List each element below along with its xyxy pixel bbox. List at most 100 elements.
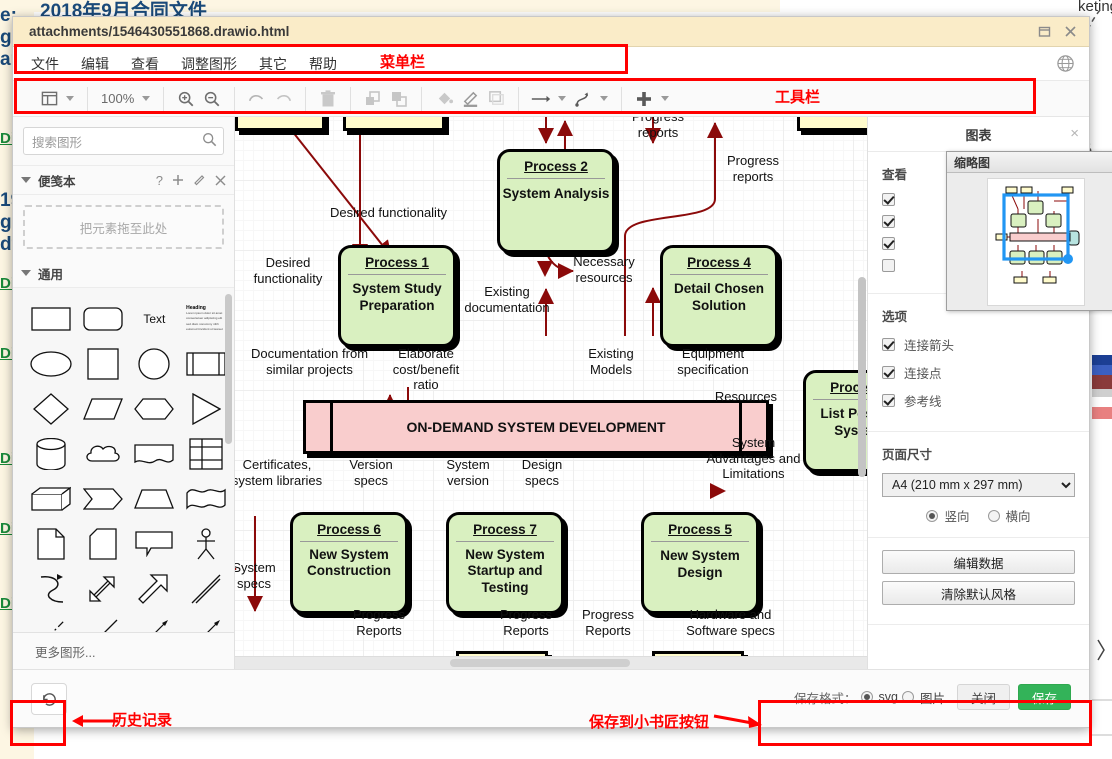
shape-rectangle[interactable] xyxy=(27,296,75,341)
process-node-7[interactable]: Process 7 New System Startup and Testing xyxy=(446,512,564,614)
page-size-select[interactable]: A4 (210 mm x 297 mm) xyxy=(882,473,1075,497)
menu-help[interactable]: 帮助 xyxy=(309,54,337,74)
shape-text[interactable]: Text xyxy=(131,296,179,341)
pencil-icon[interactable] xyxy=(193,174,206,187)
radio-image[interactable] xyxy=(901,691,914,703)
shape-step[interactable] xyxy=(79,476,127,521)
checkbox-view-2[interactable] xyxy=(882,237,895,250)
close-icon[interactable]: × xyxy=(1070,125,1079,142)
entity-box-top-1[interactable] xyxy=(235,117,325,131)
general-section-header[interactable]: 通用 xyxy=(13,259,234,288)
line-color-icon[interactable] xyxy=(457,87,483,111)
help-icon[interactable]: ? xyxy=(156,173,163,188)
shape-trapezoid[interactable] xyxy=(131,476,179,521)
shape-parallelogram[interactable] xyxy=(79,386,127,431)
process-node-5[interactable]: Process 5 New System Design xyxy=(641,512,759,614)
edit-data-button[interactable]: 编辑数据 xyxy=(882,550,1075,574)
shape-arrow[interactable] xyxy=(131,566,179,611)
zoom-dropdown-caret[interactable] xyxy=(142,96,151,101)
shape-arrow-thin[interactable] xyxy=(182,611,230,632)
canvas-horizontal-scrollbar[interactable] xyxy=(450,659,630,667)
shape-tape[interactable] xyxy=(182,476,230,521)
canvas-vertical-scrollbar[interactable] xyxy=(858,277,866,477)
option-row-guides[interactable]: 参考线 xyxy=(882,391,1075,410)
shape-callout[interactable] xyxy=(131,521,179,566)
shape-document[interactable] xyxy=(131,431,179,476)
close-button[interactable]: 关闭 xyxy=(956,684,1010,710)
option-row-connection-points[interactable]: 连接点 xyxy=(882,363,1075,382)
restore-icon[interactable] xyxy=(1031,21,1057,43)
outline-thumbnail[interactable] xyxy=(987,178,1085,306)
radio-landscape[interactable] xyxy=(987,509,1000,522)
outline-popup-titlebar[interactable]: 缩略图 xyxy=(947,152,1112,173)
shape-double-arrow-thin[interactable] xyxy=(131,611,179,632)
zoom-in-icon[interactable] xyxy=(173,87,199,111)
shape-dashed-line[interactable] xyxy=(27,611,75,632)
checkbox-view-3[interactable] xyxy=(882,259,895,272)
more-shapes-button[interactable]: 更多图形... xyxy=(13,632,234,669)
zoom-level-label[interactable]: 100% xyxy=(97,91,138,106)
search-input[interactable]: 搜索图形 xyxy=(23,127,224,155)
shape-triangle[interactable] xyxy=(182,386,230,431)
checkbox-view-0[interactable] xyxy=(882,193,895,206)
diagram-canvas[interactable]: Process 2 System Analysis Process 1 Syst… xyxy=(235,117,867,669)
format-option-svg[interactable]: svg xyxy=(860,690,898,704)
canvas-horizontal-scrollbar-track[interactable] xyxy=(235,656,867,669)
view-dropdown-caret[interactable] xyxy=(66,96,74,101)
entity-box-top-2[interactable] xyxy=(343,117,445,131)
shape-cylinder[interactable] xyxy=(27,431,75,476)
save-button[interactable]: 保存 xyxy=(1017,684,1071,710)
shape-hexagon[interactable] xyxy=(131,386,179,431)
waypoint-icon[interactable] xyxy=(570,87,596,111)
chevron-down-icon[interactable] xyxy=(21,177,31,183)
send-to-back-icon[interactable] xyxy=(386,87,412,111)
process-node-6[interactable]: Process 6 New System Construction xyxy=(290,512,408,614)
connection-dropdown-caret[interactable] xyxy=(558,96,567,101)
clear-default-style-button[interactable]: 清除默认风格 xyxy=(882,581,1075,605)
shape-line[interactable] xyxy=(79,611,127,632)
scratchpad-section-header[interactable]: 便笺本 ? xyxy=(13,166,234,195)
shadow-icon[interactable] xyxy=(483,87,509,111)
undo-icon[interactable] xyxy=(244,87,270,111)
shape-bidirectional-arrow[interactable] xyxy=(79,566,127,611)
scratchpad-drop-area[interactable]: 把元素拖至此处 xyxy=(23,205,224,249)
bring-to-front-icon[interactable] xyxy=(360,87,386,111)
shape-ellipse[interactable] xyxy=(27,341,75,386)
shape-actor[interactable] xyxy=(182,521,230,566)
main-process-bar[interactable]: ON-DEMAND SYSTEM DEVELOPMENT xyxy=(303,400,769,454)
shape-cube[interactable] xyxy=(27,476,75,521)
history-icon[interactable] xyxy=(31,683,67,715)
process-node-1[interactable]: Process 1 System Study Preparation xyxy=(338,245,456,347)
process-node-2[interactable]: Process 2 System Analysis xyxy=(497,149,615,253)
shape-cloud[interactable] xyxy=(79,431,127,476)
checkbox-connection-points[interactable] xyxy=(882,366,895,379)
chevron-down-icon[interactable] xyxy=(21,270,31,276)
search-icon[interactable] xyxy=(202,132,217,152)
menu-arrange[interactable]: 调整图形 xyxy=(181,54,237,74)
shape-rounded-rectangle[interactable] xyxy=(79,296,127,341)
checkbox-connection-arrows[interactable] xyxy=(882,338,895,351)
menu-edit[interactable]: 编辑 xyxy=(81,54,109,74)
shape-process[interactable] xyxy=(182,341,230,386)
shape-diamond[interactable] xyxy=(27,386,75,431)
checkbox-guides[interactable] xyxy=(882,394,895,407)
insert-plus-icon[interactable] xyxy=(631,87,657,111)
format-option-image[interactable]: 图片 xyxy=(901,688,945,707)
menu-file[interactable]: 文件 xyxy=(31,54,59,74)
plus-icon[interactable] xyxy=(172,174,184,186)
globe-icon[interactable] xyxy=(1056,54,1075,78)
process-node-4[interactable]: Process 4 Detail Chosen Solution xyxy=(660,245,778,347)
shape-square[interactable] xyxy=(79,341,127,386)
shape-table[interactable] xyxy=(182,431,230,476)
zoom-out-icon[interactable] xyxy=(199,87,225,111)
option-row-connection-arrows[interactable]: 连接箭头 xyxy=(882,335,1075,354)
close-icon[interactable] xyxy=(215,175,226,186)
trash-icon[interactable] xyxy=(315,87,341,111)
shape-circle[interactable] xyxy=(131,341,179,386)
outline-popup[interactable]: 缩略图 xyxy=(946,151,1112,311)
shape-palette-scrollbar[interactable] xyxy=(225,294,232,444)
close-icon[interactable] xyxy=(1057,21,1083,43)
waypoint-dropdown-caret[interactable] xyxy=(600,96,609,101)
connection-arrow-icon[interactable] xyxy=(528,87,554,111)
fill-color-icon[interactable] xyxy=(431,87,457,111)
